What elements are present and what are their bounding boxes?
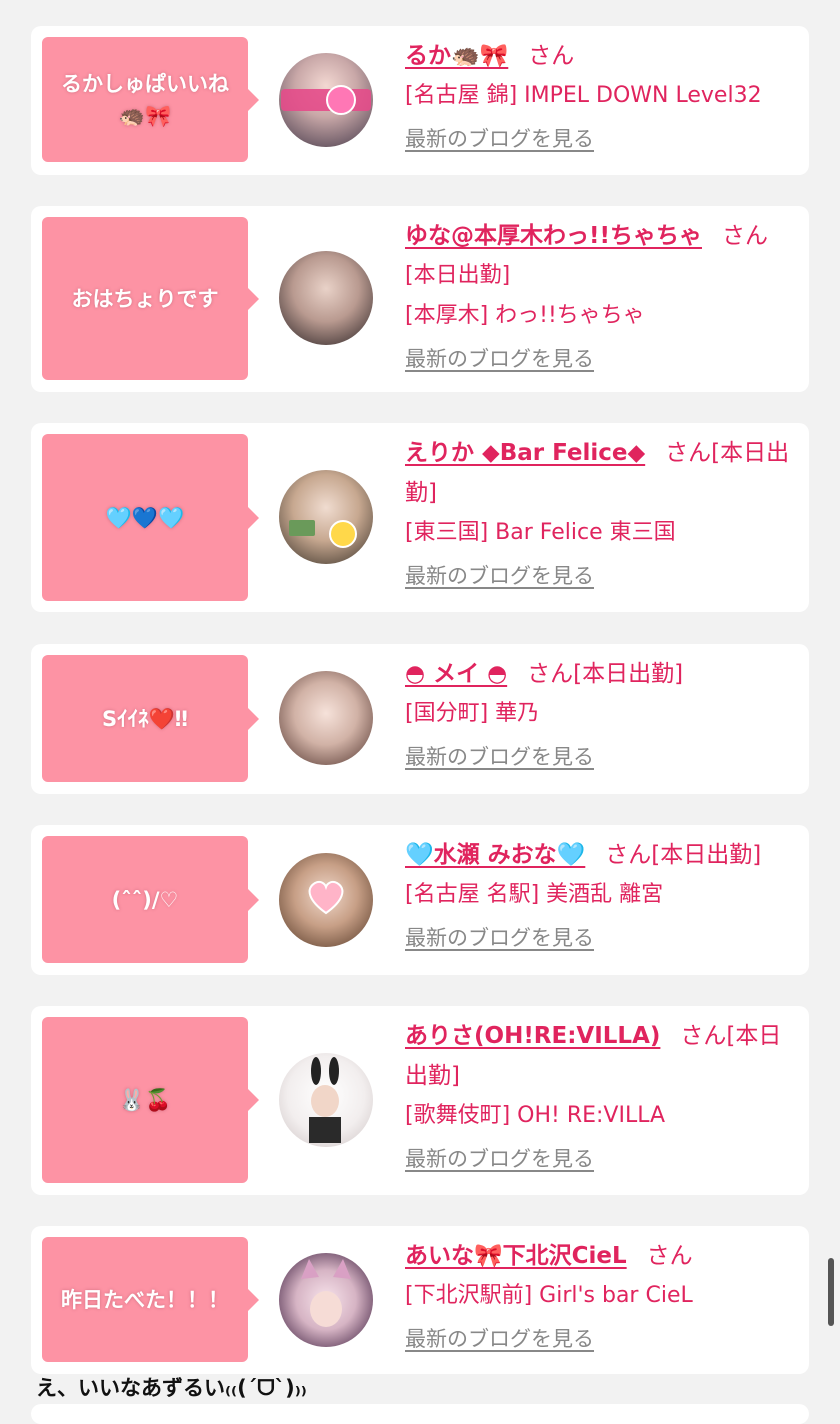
post-title: 昨日たべた！！！ [61,1287,229,1312]
honorific: さん [721,223,768,249]
post-title-bubble[interactable]: 🩵💙🩵 [42,434,259,601]
author-name-link[interactable]: るか🦔🎀 [405,43,508,69]
post-title-bubble[interactable]: るかしゅぱいいね🦔🎀 [42,37,259,162]
status-line: [本日出勤] [405,263,511,288]
avatar[interactable] [279,671,373,765]
post-title-bubble[interactable]: 昨日たべた！！！ [42,1237,259,1362]
shop-line: [国分町] 華乃 [405,701,540,726]
post-title: るかしゅぱいいね🦔🎀 [61,71,229,128]
shop-line: [本厚木] わっ!!ちゃちゃ [405,303,645,328]
post-info: あいな🎀下北沢CieL さん [下北沢駅前] Girl's bar CieL 最新… [405,1236,791,1356]
author-name-link[interactable]: あいな🎀下北沢CieL [405,1243,627,1269]
blog-post-card: 🩵💙🩵 えりか ◆Bar Felice◆ さん[本日出勤] [東三国] Bar F… [31,423,809,612]
name-line: ありさ(OH!RE:VILLA) さん[本日出勤] [405,1016,791,1096]
post-title: 🩵💙🩵 [105,505,185,530]
avatar[interactable] [279,853,373,947]
scrollbar[interactable] [828,1258,834,1326]
latest-blog-link[interactable]: 最新のブログを見る [405,122,594,156]
blog-post-card: るかしゅぱいいね🦔🎀 るか🦔🎀 さん [名古屋 錦] IMPEL DOWN Lev… [31,26,809,175]
post-info: ありさ(OH!RE:VILLA) さん[本日出勤] [歌舞伎町] OH! RE:V… [405,1016,791,1176]
honorific: さん [528,43,575,69]
honorific: さん[本日出勤] [527,661,684,687]
shop-line: [名古屋 錦] IMPEL DOWN Level32 [405,83,762,108]
post-title-bubble[interactable]: 🐰🍒 [42,1017,259,1183]
latest-blog-link[interactable]: 最新のブログを見る [405,342,594,376]
latest-blog-link[interactable]: 最新のブログを見る [405,1322,594,1356]
shop-line: [名古屋 名駅] 美酒乱 離宮 [405,882,664,907]
name-line: 🩵水瀬 みおな🩵 さん[本日出勤] [405,835,791,875]
post-title: 🐰🍒 [118,1088,172,1112]
latest-blog-link[interactable]: 最新のブログを見る [405,921,594,955]
name-line: ◓ メイ ◓ さん[本日出勤] [405,654,791,694]
author-name-link[interactable]: ありさ(OH!RE:VILLA) [405,1023,660,1049]
blog-post-card: (ˆˆ)/♡ 🩵水瀬 みおな🩵 さん[本日出勤] [名古屋 名駅] 美酒乱 離宮 … [31,825,809,975]
avatar[interactable] [279,470,373,564]
post-title: (ˆˆ)/♡ [111,887,179,912]
avatar[interactable] [279,1053,373,1147]
author-name-link[interactable]: 🩵水瀬 みおな🩵 [405,842,585,868]
post-info: ◓ メイ ◓ さん[本日出勤] [国分町] 華乃 最新のブログを見る [405,654,791,774]
blog-post-card: Sｲｲﾈ❤️‼ ◓ メイ ◓ さん[本日出勤] [国分町] 華乃 最新のブログを見… [31,644,809,794]
shop-line: [東三国] Bar Felice 東三国 [405,520,676,545]
author-name-link[interactable]: えりか ◆Bar Felice◆ [405,440,645,466]
honorific: さん[本日出勤] [605,842,762,868]
latest-blog-link[interactable]: 最新のブログを見る [405,740,594,774]
post-title: Sｲｲﾈ❤️‼ [102,706,188,731]
blog-post-card: 🐰🍒 ありさ(OH!RE:VILLA) さん[本日出勤] [歌舞伎町] OH! R… [31,1006,809,1195]
post-info: るか🦔🎀 さん [名古屋 錦] IMPEL DOWN Level32 最新のブログ… [405,36,791,156]
name-line: るか🦔🎀 さん [405,36,791,76]
author-name-link[interactable]: ◓ メイ ◓ [405,661,507,687]
post-title-bubble[interactable]: (ˆˆ)/♡ [42,836,259,963]
post-title-bubble[interactable]: おはちょりです [42,217,259,380]
post-info: ゆな@本厚木わっ!!ちゃちゃ さん [本日出勤] [本厚木] わっ!!ちゃちゃ 最… [405,216,791,376]
honorific: さん [646,1243,693,1269]
avatar[interactable] [279,251,373,345]
avatar[interactable] [279,1253,373,1347]
shop-line: [下北沢駅前] Girl's bar CieL [405,1283,693,1308]
latest-blog-link[interactable]: 最新のブログを見る [405,1142,594,1176]
post-title: おはちょりです [71,286,219,311]
name-line: ゆな@本厚木わっ!!ちゃちゃ さん [405,216,791,256]
next-blog-post-card [31,1404,809,1424]
author-name-link[interactable]: ゆな@本厚木わっ!!ちゃちゃ [405,223,702,249]
overlay-caption: え、いいなあずるい₍₍(ˊᗜˋ)₎₎ [36,1376,307,1400]
name-line: あいな🎀下北沢CieL さん [405,1236,791,1276]
shop-line: [歌舞伎町] OH! RE:VILLA [405,1103,666,1128]
post-title-bubble[interactable]: Sｲｲﾈ❤️‼ [42,655,259,782]
post-info: 🩵水瀬 みおな🩵 さん[本日出勤] [名古屋 名駅] 美酒乱 離宮 最新のブログを… [405,835,791,955]
avatar[interactable] [279,53,373,147]
latest-blog-link[interactable]: 最新のブログを見る [405,559,594,593]
blog-post-card: おはちょりです ゆな@本厚木わっ!!ちゃちゃ さん [本日出勤] [本厚木] わっ… [31,206,809,392]
blog-post-card: 昨日たべた！！！ あいな🎀下北沢CieL さん [下北沢駅前] Girl's ba… [31,1226,809,1374]
name-line: えりか ◆Bar Felice◆ さん[本日出勤] [405,433,791,513]
post-info: えりか ◆Bar Felice◆ さん[本日出勤] [東三国] Bar Felic… [405,433,791,593]
